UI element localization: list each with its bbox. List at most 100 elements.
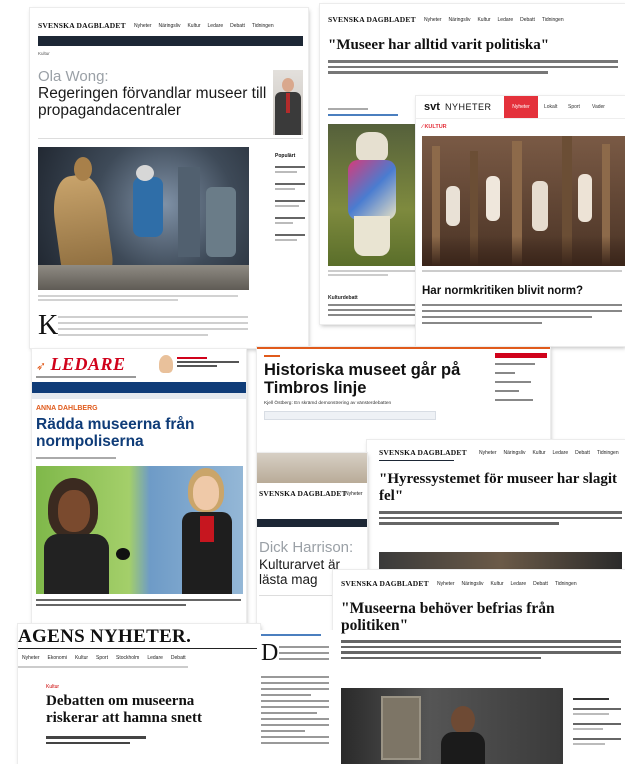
ingress-text bbox=[328, 60, 618, 77]
byline bbox=[328, 108, 408, 116]
nav-item[interactable]: Tidningen bbox=[542, 17, 564, 23]
article-headline: Debatten om museerna riskerar att hamna … bbox=[46, 693, 202, 726]
nav-item[interactable]: Stockholm bbox=[116, 655, 139, 661]
ledare-logo: ➶ LEDARE bbox=[36, 354, 126, 374]
masked-dancer-photo bbox=[328, 124, 416, 266]
divider bbox=[38, 138, 303, 139]
nav-item[interactable]: Debatt bbox=[520, 17, 535, 23]
nav-bar bbox=[32, 382, 246, 393]
nav-item[interactable]: Nyheter bbox=[424, 17, 442, 23]
photo-caption bbox=[38, 293, 249, 301]
logo-rule bbox=[18, 648, 260, 649]
avatar bbox=[159, 355, 173, 373]
article-headline: Regeringen förvandlar museer till propag… bbox=[38, 85, 267, 119]
article-author: Ola Wong: bbox=[38, 68, 109, 85]
photo-caption bbox=[36, 599, 241, 606]
author-portrait bbox=[273, 70, 303, 135]
nav-item[interactable]: Näringsliv bbox=[504, 450, 526, 456]
article-headline: "Museer har alltid varit politiska" bbox=[328, 37, 550, 53]
kicker bbox=[264, 355, 280, 357]
nav-item[interactable]: Nyheter bbox=[22, 655, 40, 661]
svd-nav: Nyheter Näringsliv Kultur Ledare Debatt … bbox=[134, 23, 274, 29]
svd-logo: SVENSKA DAGBLADET bbox=[328, 15, 416, 24]
nav-item[interactable]: Ledare bbox=[553, 450, 569, 456]
svd-logo: SVENSKA DAGBLADET bbox=[259, 489, 347, 498]
tab-vader[interactable]: Vader bbox=[592, 104, 605, 110]
nav-item[interactable]: Debatt bbox=[533, 581, 548, 587]
svd-logo: SVENSKA DAGBLADET bbox=[379, 448, 467, 457]
nav-item[interactable]: Sport bbox=[96, 655, 108, 661]
nav-item[interactable]: Tidningen bbox=[252, 23, 274, 29]
nav-bar bbox=[257, 519, 367, 527]
nav-underline bbox=[379, 460, 454, 461]
nav-item[interactable]: Nyheter bbox=[134, 23, 152, 29]
nav-item[interactable]: Debatt bbox=[171, 655, 186, 661]
nav-item[interactable]: Ledare bbox=[498, 17, 514, 23]
tab-nyheter[interactable]: Nyheter bbox=[504, 96, 538, 118]
nav-item[interactable]: Debatt bbox=[230, 23, 245, 29]
body-text bbox=[279, 646, 329, 664]
portrait-photo bbox=[341, 688, 563, 764]
exhibition-photo bbox=[422, 136, 625, 266]
nav-item[interactable]: Kultur bbox=[532, 450, 545, 456]
svd-nav: Nyheter Näringsliv Kultur Ledare Debatt … bbox=[437, 581, 577, 587]
clipping-svd-befrias: SVENSKA DAGBLADET Nyheter Näringsliv Kul… bbox=[333, 570, 625, 764]
nav-item[interactable]: Kultur bbox=[187, 23, 200, 29]
body-text bbox=[58, 316, 248, 336]
svd-nav: Nyheter bbox=[345, 491, 363, 497]
clipping-svd-ola-wong: SVENSKA DAGBLADET Nyheter Näringsliv Kul… bbox=[30, 8, 308, 348]
header-photo bbox=[257, 453, 367, 483]
nav-item[interactable]: Tidningen bbox=[597, 450, 619, 456]
svt-header: svt NYHETER Nyheter Lokalt Sport Vader bbox=[416, 96, 625, 119]
nav-item[interactable]: Nyheter bbox=[479, 450, 497, 456]
top-rule bbox=[257, 347, 550, 349]
nav-bar bbox=[38, 36, 303, 46]
nav-item[interactable]: Ledare bbox=[147, 655, 163, 661]
nav-sub bbox=[32, 393, 246, 399]
article-headline: "Museerna behöver befrias från politiken… bbox=[341, 600, 555, 634]
byline bbox=[36, 457, 116, 459]
article-author: Dick Harrison: bbox=[259, 539, 354, 556]
nav-item[interactable]: Tidningen bbox=[555, 581, 577, 587]
nav-item[interactable]: Ledare bbox=[511, 581, 527, 587]
drop-cap: D bbox=[261, 640, 279, 666]
photo-caption bbox=[328, 270, 416, 276]
article-headline: Rädda museerna från normpoliserna bbox=[36, 416, 195, 450]
nav-item[interactable]: Ekonomi bbox=[48, 655, 67, 661]
section-label: Kulturdebatt bbox=[328, 295, 358, 301]
sidebar-title: Populärt bbox=[275, 153, 296, 159]
nav-item[interactable]: Nyheter bbox=[345, 491, 363, 497]
author-name: ANNA DAHLBERG bbox=[36, 405, 98, 412]
clipping-harrison-body: D bbox=[257, 630, 333, 764]
nav-item[interactable]: Ledare bbox=[208, 23, 224, 29]
body-text-lower bbox=[261, 676, 329, 744]
share-bar bbox=[264, 411, 436, 420]
portraits-photo bbox=[36, 466, 243, 594]
nav-item[interactable]: Nyheter bbox=[437, 581, 455, 587]
dn-logo: AGENS NYHETER. bbox=[18, 626, 192, 647]
nav-item[interactable]: Kultur bbox=[75, 655, 88, 661]
ingress-text bbox=[379, 511, 622, 525]
tab-sport[interactable]: Sport bbox=[568, 104, 580, 110]
nav-item[interactable]: Näringsliv bbox=[462, 581, 484, 587]
section-label: Kultur bbox=[38, 51, 50, 56]
ingress-text bbox=[341, 640, 621, 659]
nav-item[interactable]: Näringsliv bbox=[159, 23, 181, 29]
nav-item[interactable]: Kultur bbox=[490, 581, 503, 587]
nav-item[interactable]: Kultur bbox=[477, 17, 490, 23]
sidebar-links bbox=[275, 166, 305, 251]
svd-logo: SVENSKA DAGBLADET bbox=[38, 21, 126, 30]
ingress-text bbox=[46, 736, 146, 744]
section-label: Kultur bbox=[46, 684, 60, 690]
subnav bbox=[18, 666, 188, 668]
sidebar-panel bbox=[495, 353, 547, 447]
nav-item[interactable]: Debatt bbox=[575, 450, 590, 456]
dateline bbox=[36, 376, 136, 378]
dn-nav: Nyheter Ekonomi Kultur Sport Stockholm L… bbox=[22, 655, 186, 661]
clipping-dn-debatten: AGENS NYHETER. Nyheter Ekonomi Kultur Sp… bbox=[18, 624, 260, 764]
section-label: ∕ KULTUR bbox=[422, 124, 447, 130]
nav-item[interactable]: Näringsliv bbox=[449, 17, 471, 23]
tab-lokalt[interactable]: Lokalt bbox=[544, 104, 557, 110]
article-headline: "Hyressystemet för museer har slagit fel… bbox=[379, 471, 618, 504]
clipping-ledare-dahlberg: ➶ LEDARE ANNA DAHLBERG Rädda museerna fr… bbox=[32, 349, 246, 624]
